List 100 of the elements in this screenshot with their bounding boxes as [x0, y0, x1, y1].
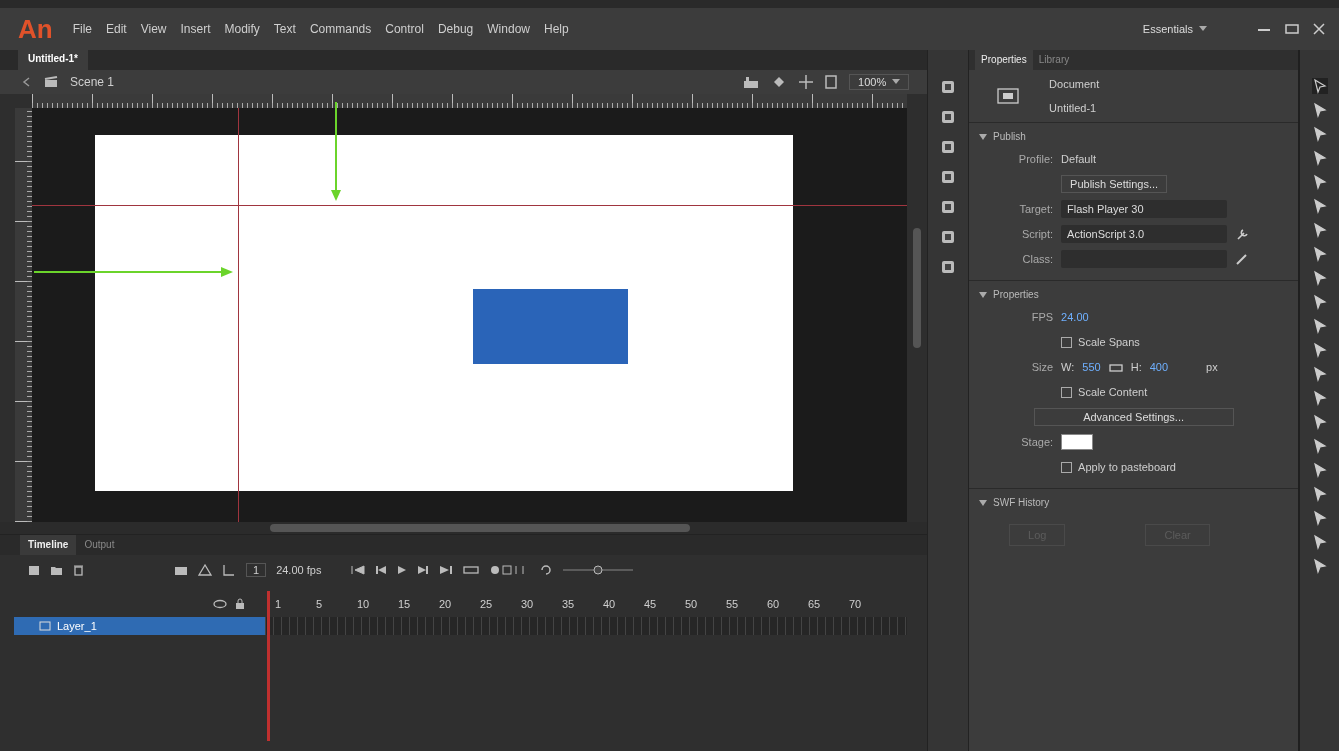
layer-icon: [39, 621, 51, 631]
scrollbar[interactable]: [913, 228, 922, 348]
frame-number: 25: [480, 598, 494, 610]
menu-item[interactable]: Modify: [224, 22, 260, 36]
menu-item[interactable]: Control: [385, 22, 424, 36]
frame-number: 45: [644, 598, 658, 610]
field-label: FPS: [1030, 311, 1054, 323]
field-label: Size: [1030, 361, 1054, 373]
field-label: Script:: [1020, 228, 1054, 240]
menu-item[interactable]: Window: [487, 22, 530, 36]
frame-number: 55: [726, 598, 740, 610]
scene-label[interactable]: Scene 1: [70, 75, 115, 89]
document-name: Untitled-1: [1049, 102, 1098, 114]
app-logo: An: [18, 13, 53, 45]
step-back-icon[interactable]: [375, 565, 388, 575]
folder-icon[interactable]: [50, 564, 63, 576]
field-label: H:: [1130, 361, 1142, 373]
zoom-dropdown[interactable]: 100%: [849, 74, 910, 90]
menu-item[interactable]: Insert: [180, 22, 211, 36]
play-icon[interactable]: [397, 565, 408, 575]
close-icon[interactable]: [1313, 23, 1325, 35]
layer-row[interactable]: Layer_1: [14, 617, 265, 635]
subselection-arrow-icon[interactable]: [1311, 102, 1328, 118]
wrench-icon[interactable]: [1235, 227, 1250, 241]
clip-stage-icon[interactable]: [825, 75, 838, 89]
step-forward-icon[interactable]: [417, 565, 430, 575]
frame-number: 40: [603, 598, 617, 610]
crosshair-icon[interactable]: [799, 75, 814, 89]
frame-number: 65: [808, 598, 822, 610]
new-layer-icon[interactable]: [28, 564, 40, 576]
width-value[interactable]: 550: [1082, 361, 1101, 373]
section-title[interactable]: SWF History: [993, 497, 1050, 508]
layer-depth-icon[interactable]: [222, 564, 236, 576]
caret-icon: [892, 79, 901, 85]
menu-item[interactable]: Debug: [437, 22, 474, 36]
script-dropdown[interactable]: ActionScript 3.0: [1061, 225, 1228, 243]
frame-number: 10: [357, 598, 371, 610]
panel-tab[interactable]: Properties: [975, 50, 1033, 70]
selection-arrow-icon[interactable]: [1311, 78, 1328, 94]
fast-forward-icon[interactable]: [439, 565, 454, 575]
panel-tab[interactable]: Output: [76, 535, 123, 555]
unit-label: px: [1206, 361, 1218, 373]
document-icon: [997, 87, 1020, 105]
maximize-icon[interactable]: [1285, 24, 1299, 34]
scrollbar[interactable]: [270, 524, 690, 532]
current-frame-field[interactable]: 1: [246, 563, 267, 577]
field-label: Stage:: [1020, 436, 1054, 448]
section-title[interactable]: Properties: [993, 289, 1039, 300]
clapper-icon: [44, 76, 58, 88]
field-label: W:: [1061, 361, 1075, 373]
workspace-dropdown[interactable]: Essentials: [1136, 22, 1213, 36]
menu-item[interactable]: Text: [273, 22, 296, 36]
fps-value[interactable]: 24.00: [1061, 311, 1089, 323]
document-tab[interactable]: Untitled-1*: [18, 50, 88, 70]
height-value[interactable]: 400: [1149, 361, 1169, 373]
lock-icon[interactable]: [235, 598, 245, 610]
frame-number: 15: [398, 598, 412, 610]
frame-number: 35: [562, 598, 576, 610]
undo-icon[interactable]: [539, 564, 554, 576]
caret-icon: [1199, 26, 1207, 32]
frame-number: 70: [849, 598, 863, 610]
scale-spans-checkbox[interactable]: Scale Spans: [1061, 336, 1140, 348]
layer-name: Layer_1: [57, 620, 97, 632]
profile-value: Default: [1061, 153, 1096, 165]
target-dropdown[interactable]: Flash Player 30: [1061, 200, 1228, 218]
frame-number: 30: [521, 598, 535, 610]
scale-content-checkbox[interactable]: Scale Content: [1061, 386, 1148, 398]
menu-item[interactable]: Help: [544, 22, 569, 36]
frame-number: 60: [767, 598, 781, 610]
section-title[interactable]: Publish: [993, 131, 1026, 142]
field-label: Profile:: [1017, 153, 1054, 165]
pasteboard-checkbox[interactable]: Apply to pasteboard: [1061, 461, 1176, 473]
stage-color-swatch[interactable]: [1061, 434, 1094, 450]
field-label: Target:: [1018, 203, 1054, 215]
frame-number: 1: [275, 598, 283, 610]
frame-number: 50: [685, 598, 699, 610]
field-label: Class:: [1021, 253, 1054, 265]
eye-icon[interactable]: [213, 599, 227, 609]
frame-number: 5: [316, 598, 324, 610]
rewind-icon[interactable]: [351, 565, 366, 575]
layer-parenting-icon[interactable]: [198, 564, 212, 576]
menu-item[interactable]: File: [72, 22, 92, 36]
frame-number: 20: [439, 598, 453, 610]
frame-rate-field[interactable]: 24.00 fps: [276, 564, 322, 576]
trash-icon[interactable]: [73, 564, 84, 576]
edit-symbols-icon[interactable]: [743, 75, 760, 89]
menu-item[interactable]: Edit: [106, 22, 127, 36]
panel-tab[interactable]: Library: [1032, 50, 1076, 70]
disclosure-triangle-icon[interactable]: [979, 290, 988, 299]
disclosure-triangle-icon[interactable]: [979, 498, 988, 507]
advanced-settings-button[interactable]: Advanced Settings...: [1033, 408, 1234, 426]
panel-tab[interactable]: Timeline: [20, 535, 77, 555]
link-icon[interactable]: [1108, 362, 1123, 372]
publish-settings-button[interactable]: Publish Settings...: [1061, 175, 1168, 193]
disclosure-triangle-icon[interactable]: [979, 132, 988, 141]
document-type: Document: [1049, 78, 1100, 90]
loop-icon[interactable]: [463, 565, 480, 575]
zoom-slider-icon[interactable]: [563, 564, 634, 576]
menu-item[interactable]: View: [140, 22, 167, 36]
menu-item[interactable]: Commands: [309, 22, 372, 36]
